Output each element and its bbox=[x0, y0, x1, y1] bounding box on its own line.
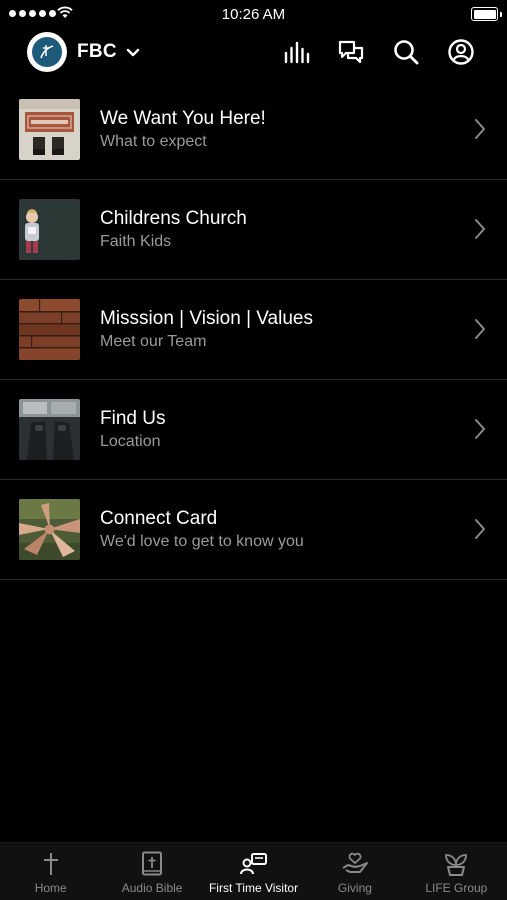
tab-home[interactable]: Home bbox=[0, 843, 101, 900]
list-item-title: We Want You Here! bbox=[100, 108, 266, 129]
tab-label: First Time Visitor bbox=[208, 881, 299, 895]
tab-first-time-visitor[interactable]: First Time Visitor bbox=[203, 843, 304, 900]
tab-label: Audio Bible bbox=[121, 881, 183, 895]
plant-icon bbox=[442, 849, 470, 879]
status-time: 10:26 AM bbox=[221, 6, 286, 23]
chevron-right-icon bbox=[475, 319, 485, 339]
visitor-icon bbox=[239, 849, 268, 879]
cross-icon bbox=[42, 849, 60, 879]
status-bar: 10:26 AM bbox=[0, 0, 507, 28]
chat-icon[interactable] bbox=[337, 38, 365, 66]
giving-hand-icon bbox=[340, 849, 370, 879]
tab-life-group[interactable]: LIFE Group bbox=[406, 843, 507, 900]
bible-icon bbox=[141, 849, 163, 879]
chevron-right-icon bbox=[475, 519, 485, 539]
list-item-subtitle: Meet our Team bbox=[100, 333, 207, 350]
hands-together-thumbnail bbox=[19, 499, 80, 560]
list-item-find-us[interactable]: Find Us Location bbox=[0, 380, 507, 480]
list-item-title: Misssion | Vision | Values bbox=[100, 308, 313, 329]
list-item-childrens-church[interactable]: Childrens Church Faith Kids bbox=[0, 180, 507, 280]
list-item-subtitle: Faith Kids bbox=[100, 233, 172, 250]
wood-texture-thumbnail bbox=[19, 299, 80, 360]
list-item-connect-card[interactable]: Connect Card We'd love to get to know yo… bbox=[0, 480, 507, 580]
list-item-subtitle: Location bbox=[100, 433, 161, 450]
audio-bars-icon[interactable] bbox=[282, 38, 310, 66]
org-name: FBC bbox=[77, 41, 117, 62]
car-interior-thumbnail bbox=[19, 399, 80, 460]
tab-bar: Home Audio Bible First Time Visitor Givi… bbox=[0, 842, 507, 900]
doormat-thumbnail bbox=[19, 99, 80, 160]
list-item-title: Childrens Church bbox=[100, 208, 247, 229]
church-logo-icon bbox=[27, 32, 67, 72]
chevron-right-icon bbox=[475, 219, 485, 239]
list-item-title: Find Us bbox=[100, 408, 166, 429]
search-icon[interactable] bbox=[392, 38, 420, 66]
tab-giving[interactable]: Giving bbox=[304, 843, 405, 900]
list-item-title: Connect Card bbox=[100, 508, 218, 529]
tab-label: Giving bbox=[337, 881, 372, 895]
list-item-subtitle: We'd love to get to know you bbox=[100, 533, 304, 550]
visitor-menu-list: We Want You Here! What to expect Childre… bbox=[0, 80, 507, 580]
org-switcher[interactable]: FBC bbox=[27, 32, 140, 72]
chevron-right-icon bbox=[475, 119, 485, 139]
app-header: FBC bbox=[0, 28, 507, 80]
tab-label: Home bbox=[34, 881, 67, 895]
list-item-we-want-you-here[interactable]: We Want You Here! What to expect bbox=[0, 80, 507, 180]
tab-label: LIFE Group bbox=[425, 881, 488, 895]
chevron-right-icon bbox=[475, 419, 485, 439]
tab-audio-bible[interactable]: Audio Bible bbox=[101, 843, 202, 900]
list-item-subtitle: What to expect bbox=[100, 133, 207, 150]
child-photo-thumbnail bbox=[19, 199, 80, 260]
battery-icon bbox=[471, 7, 502, 21]
chevron-down-icon bbox=[126, 48, 140, 57]
profile-icon[interactable] bbox=[447, 38, 475, 66]
list-item-mission-vision-values[interactable]: Misssion | Vision | Values Meet our Team bbox=[0, 280, 507, 380]
